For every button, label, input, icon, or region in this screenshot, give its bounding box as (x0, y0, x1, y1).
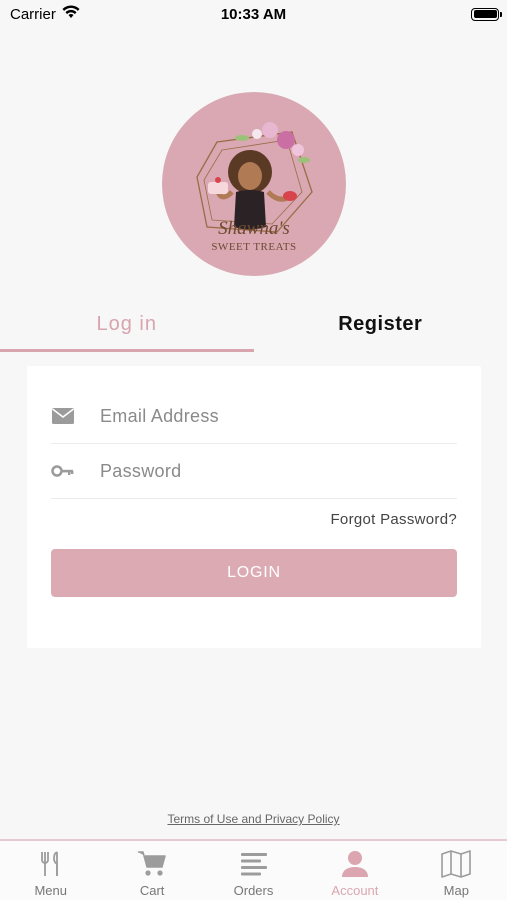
password-field-row (51, 444, 457, 499)
nav-item-menu[interactable]: Menu (0, 841, 101, 900)
auth-tabs: Log in Register (0, 296, 507, 352)
nav-item-orders[interactable]: Orders (203, 841, 304, 900)
envelope-icon (51, 404, 75, 428)
terms-link[interactable]: Terms of Use and Privacy Policy (0, 812, 507, 826)
brand-logo: Shawna's SWEET TREATS (162, 92, 346, 276)
logo-line1: Shawna's (218, 218, 290, 239)
map-icon (441, 849, 472, 879)
bottom-nav: Menu Cart Orders Account Map (0, 839, 507, 900)
nav-item-account[interactable]: Account (304, 841, 405, 900)
status-left: Carrier (10, 5, 80, 23)
password-input[interactable] (100, 460, 457, 482)
nav-label-cart: Cart (139, 883, 165, 898)
email-input[interactable] (100, 405, 457, 427)
nav-label-account: Account (331, 883, 379, 898)
cart-icon (137, 849, 167, 879)
forgot-password-link[interactable]: Forgot Password? (330, 511, 457, 528)
nav-item-cart[interactable]: Cart (101, 841, 202, 900)
logo-line2: SWEET TREATS (211, 241, 296, 253)
tab-register[interactable]: Register (254, 296, 507, 352)
nav-label-map: Map (443, 883, 469, 898)
nav-label-orders: Orders (233, 883, 274, 898)
carrier-label: Carrier (10, 5, 56, 23)
tab-login[interactable]: Log in (0, 296, 254, 352)
tab-indicator (0, 349, 254, 352)
wifi-icon (62, 5, 80, 23)
login-button[interactable]: LOGIN (51, 549, 457, 597)
list-icon (239, 849, 269, 879)
status-bar: Carrier 10:33 AM (0, 0, 507, 28)
login-card: Forgot Password? LOGIN (27, 366, 481, 648)
nav-label-menu: Menu (34, 883, 67, 898)
key-icon (51, 459, 75, 483)
nav-item-map[interactable]: Map (406, 841, 507, 900)
fork-knife-icon (36, 849, 66, 879)
person-icon (340, 849, 370, 879)
battery-icon (471, 7, 502, 21)
email-field-row (51, 389, 457, 444)
